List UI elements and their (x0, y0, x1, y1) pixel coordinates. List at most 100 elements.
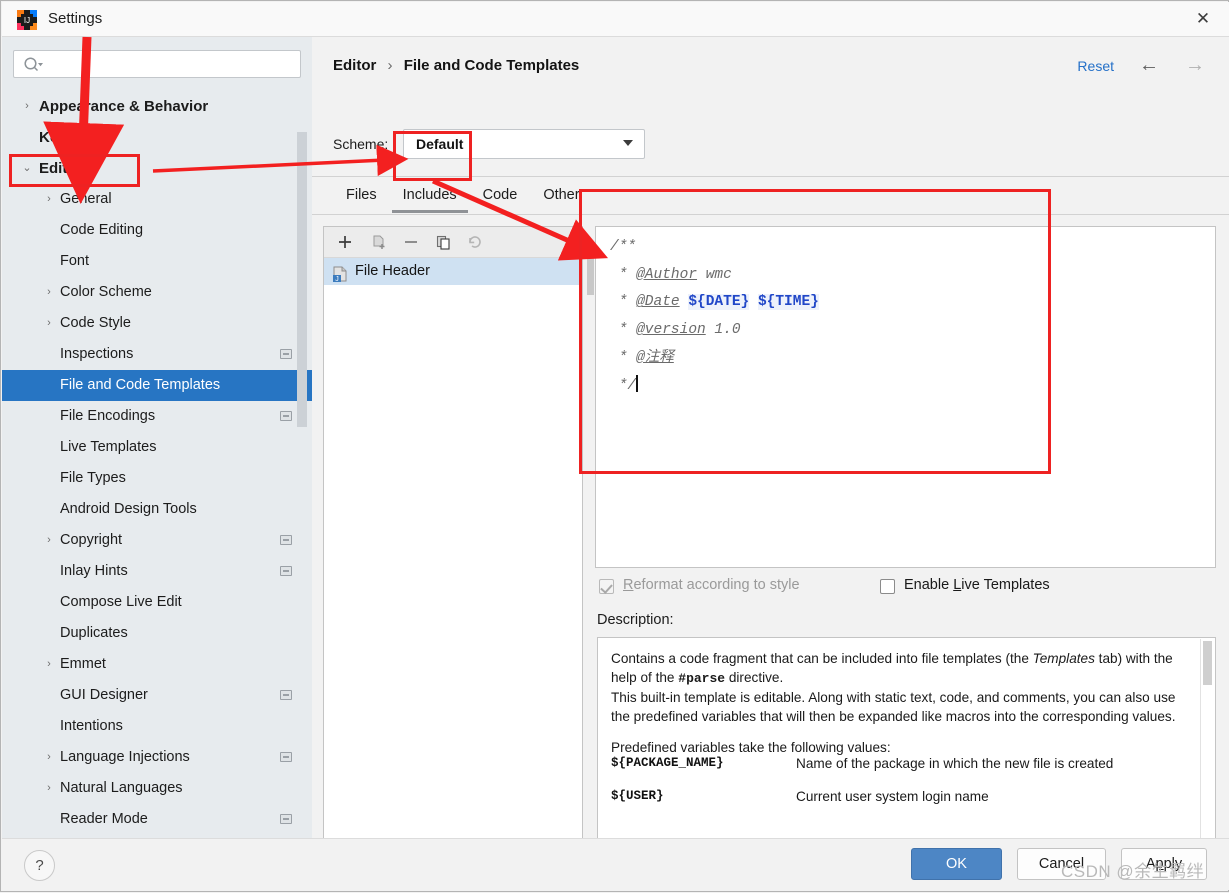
sidebar-item-general[interactable]: ›General (2, 184, 312, 215)
template-tabs[interactable]: FilesIncludesCodeOther (333, 179, 593, 214)
tabs-top-divider (312, 176, 1229, 177)
sidebar-item-appearance-behavior[interactable]: ›Appearance & Behavior (2, 91, 312, 122)
non-project-settings-icon (280, 752, 292, 762)
chevron-icon[interactable]: › (42, 773, 56, 804)
breadcrumb-root[interactable]: Editor (333, 57, 376, 74)
chevron-down-icon (623, 140, 633, 146)
variable-description: Name of the package in which the new fil… (796, 756, 1113, 771)
code-token: wmc (697, 267, 732, 283)
chevron-icon[interactable]: › (20, 91, 34, 122)
sidebar-item-language-injections[interactable]: ›Language Injections (2, 742, 312, 773)
sidebar-item-editor[interactable]: ⌄Editor (2, 153, 312, 184)
sidebar-item-label: File Encodings (60, 401, 155, 432)
arrow-right-icon[interactable]: → (1185, 54, 1205, 77)
description-para1-c: directive. (725, 670, 783, 685)
sidebar-item-label: File and Code Templates (60, 370, 220, 401)
tab-includes[interactable]: Includes (390, 179, 470, 212)
chevron-icon[interactable]: › (42, 184, 56, 215)
chevron-icon[interactable]: › (42, 649, 56, 680)
sidebar-item-live-templates[interactable]: Live Templates (2, 432, 312, 463)
code-token: * (610, 294, 636, 310)
sidebar-item-file-and-code-templates[interactable]: File and Code Templates (2, 370, 312, 401)
sidebar-item-label: Code Editing (60, 215, 143, 246)
tab-code[interactable]: Code (470, 179, 531, 212)
editor-line: */ (610, 373, 1211, 401)
sidebar-item-natural-languages[interactable]: ›Natural Languages (2, 773, 312, 804)
editor-code-text[interactable]: /** * @Author wmc * @Date ${DATE} ${TIME… (610, 234, 1211, 400)
chevron-icon[interactable]: › (42, 742, 56, 773)
variable-description: Current user system login name (796, 789, 989, 804)
code-token: ${TIME} (758, 294, 819, 310)
sidebar-item-copyright[interactable]: ›Copyright (2, 525, 312, 556)
sidebar-item-font[interactable]: Font (2, 246, 312, 277)
settings-tree[interactable]: ›Appearance & BehaviorKeymap⌄Editor›Gene… (2, 91, 312, 843)
arrow-left-icon[interactable]: ← (1139, 54, 1159, 77)
search-input[interactable] (50, 51, 300, 79)
sidebar-item-duplicates[interactable]: Duplicates (2, 618, 312, 649)
sidebar-item-emmet[interactable]: ›Emmet (2, 649, 312, 680)
editor-scrollbar[interactable] (587, 243, 594, 295)
svg-text:J: J (335, 276, 339, 282)
chevron-icon[interactable]: › (42, 525, 56, 556)
minus-icon[interactable] (400, 231, 422, 253)
search-icon (23, 56, 43, 74)
sidebar-item-code-style[interactable]: ›Code Style (2, 308, 312, 339)
sidebar-item-keymap[interactable]: Keymap (2, 122, 312, 153)
search-box[interactable] (13, 50, 301, 78)
tab-files[interactable]: Files (333, 179, 390, 212)
editor-line: * @注释 (610, 345, 1211, 373)
undo-icon[interactable] (464, 231, 486, 253)
enable-live-templates-checkbox[interactable] (880, 579, 895, 594)
non-project-settings-icon (280, 566, 292, 576)
list-item[interactable]: J File Header (324, 258, 582, 285)
description-scrollbar[interactable] (1200, 639, 1214, 860)
watermark: CSDN @余生羁绊 (1061, 857, 1204, 882)
non-project-settings-icon (280, 411, 292, 421)
copy-icon[interactable] (432, 231, 454, 253)
non-project-settings-icon (280, 349, 292, 359)
chevron-icon[interactable]: › (42, 308, 56, 339)
sidebar-item-code-editing[interactable]: Code Editing (2, 215, 312, 246)
sidebar-item-color-scheme[interactable]: ›Color Scheme (2, 277, 312, 308)
template-code-editor[interactable]: /** * @Author wmc * @Date ${DATE} ${TIME… (595, 226, 1216, 568)
help-button[interactable]: ? (24, 850, 55, 881)
sidebar-item-inlay-hints[interactable]: Inlay Hints (2, 556, 312, 587)
close-icon[interactable]: ✕ (1177, 2, 1229, 36)
sidebar-item-compose-live-edit[interactable]: Compose Live Edit (2, 587, 312, 618)
live-templates-label-pre: Enable (904, 577, 953, 593)
sidebar-item-label: Intentions (60, 711, 123, 742)
plus-icon[interactable] (334, 231, 356, 253)
code-token: * (610, 322, 636, 338)
settings-dialog: IJ Settings ✕ ›Appearance & BehaviorKeym… (0, 0, 1229, 892)
sidebar-item-reader-mode[interactable]: Reader Mode (2, 804, 312, 835)
breadcrumb: Editor › File and Code Templates (333, 57, 579, 74)
ok-button[interactable]: OK (911, 848, 1002, 880)
reformat-label-rest: eformat according to style (633, 577, 799, 593)
sidebar-item-label: Inlay Hints (60, 556, 128, 587)
chevron-icon[interactable]: › (42, 277, 56, 308)
code-token: * (610, 350, 636, 366)
editor-line: * @version 1.0 (610, 317, 1211, 345)
sidebar-item-label: Font (60, 246, 89, 277)
sidebar-scrollbar[interactable] (297, 132, 307, 427)
scheme-select[interactable]: Default (403, 129, 645, 159)
add-file-icon[interactable] (368, 231, 390, 253)
sidebar-item-inspections[interactable]: Inspections (2, 339, 312, 370)
sidebar-item-intentions[interactable]: Intentions (2, 711, 312, 742)
chevron-icon[interactable]: ⌄ (20, 153, 34, 184)
sidebar-item-label: Android Design Tools (60, 494, 197, 525)
list-item-label: File Header (355, 258, 430, 285)
dialog-button-bar: ? OK Cancel Apply (2, 838, 1229, 890)
description-para3: Predefined variables take the following … (611, 740, 891, 755)
sidebar-item-gui-designer[interactable]: GUI Designer (2, 680, 312, 711)
reset-link[interactable]: Reset (1077, 58, 1114, 74)
sidebar-item-label: Code Style (60, 308, 131, 339)
reformat-checkbox[interactable] (599, 579, 614, 594)
tab-other[interactable]: Other (530, 179, 592, 212)
sidebar-item-android-design-tools[interactable]: Android Design Tools (2, 494, 312, 525)
sidebar-item-file-types[interactable]: File Types (2, 463, 312, 494)
non-project-settings-icon (280, 814, 292, 824)
sidebar-item-label: Inspections (60, 339, 133, 370)
variable-name: ${PACKAGE_NAME} (611, 756, 724, 770)
sidebar-item-file-encodings[interactable]: File Encodings (2, 401, 312, 432)
